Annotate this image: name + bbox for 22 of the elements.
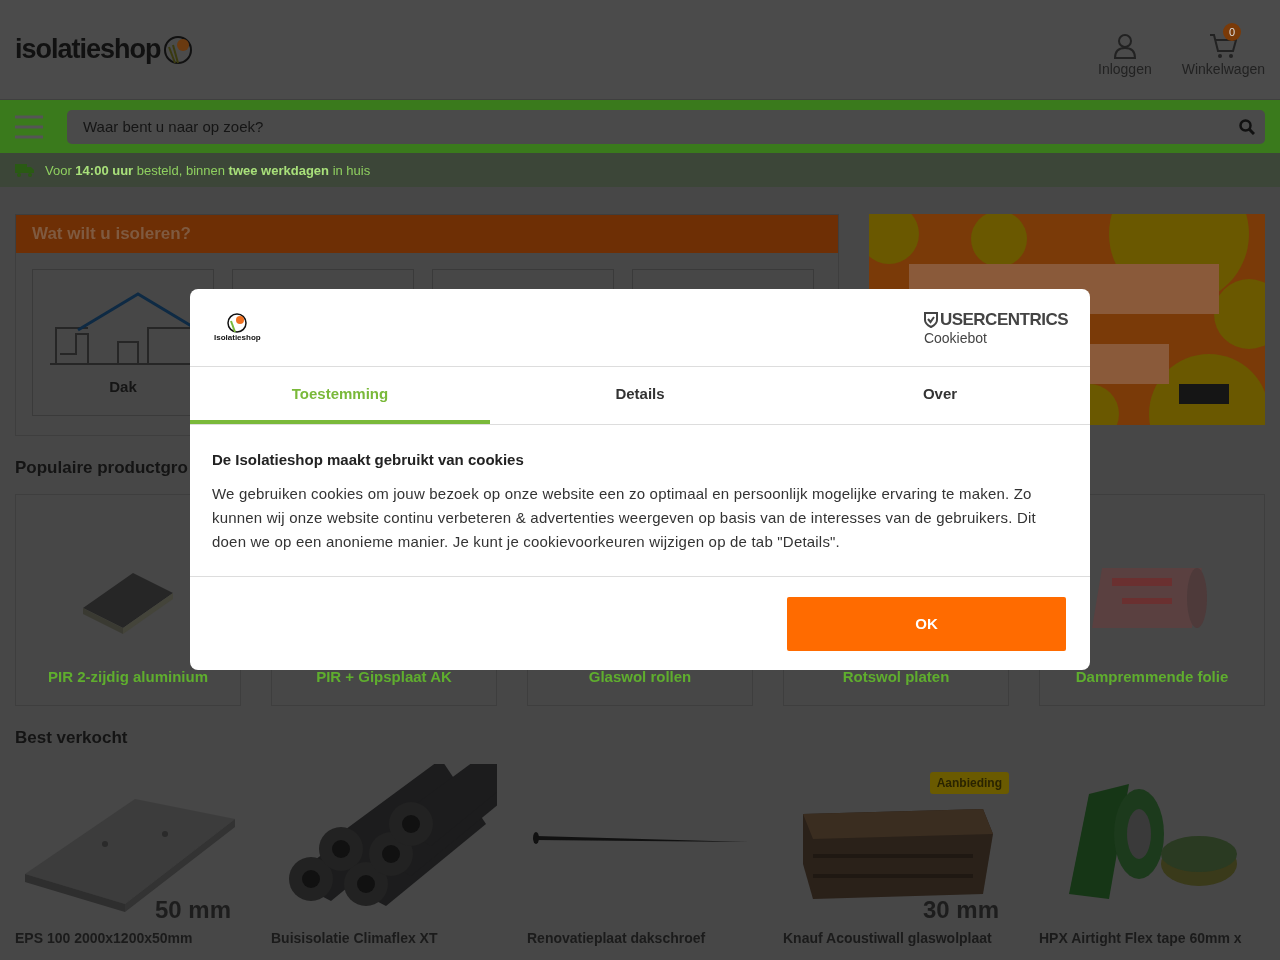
ok-button[interactable]: OK: [787, 596, 1066, 651]
delivery-notice: Voor 14:00 uur besteld, binnen twee werkdagen in huis: [45, 162, 371, 178]
shield-icon: [923, 311, 938, 328]
provider-product: Cookiebot: [923, 329, 988, 346]
logo-icon: [226, 313, 249, 333]
shop-logo: Isolatieshop: [214, 313, 261, 342]
panel-title: Wat wilt u isoleren?: [16, 215, 838, 253]
product-group-label: Glaswol rollen: [588, 668, 692, 685]
product-group-label: PIR 2-zijdig aluminium: [48, 668, 208, 685]
logo[interactable]: isolatieshop: [15, 34, 193, 65]
provider-name: USERCENTRICS: [923, 309, 1068, 330]
search-icon[interactable]: [1239, 118, 1255, 135]
product-group-label: PIR + Gipsplaat AK: [316, 668, 452, 685]
logo-icon: [162, 34, 193, 65]
menu-icon[interactable]: [15, 114, 43, 139]
dialog-title: De Isolatieshop maakt gebruikt van cookies: [212, 451, 525, 468]
product-group-label: Rotswol platen: [842, 668, 950, 685]
product-group-label: Dampremmende folie: [1075, 668, 1229, 685]
truck-icon: [15, 163, 35, 177]
user-icon: [1113, 32, 1136, 59]
cart-count: 0: [1223, 22, 1241, 41]
offer-badge: Aanbieding: [929, 772, 1009, 794]
